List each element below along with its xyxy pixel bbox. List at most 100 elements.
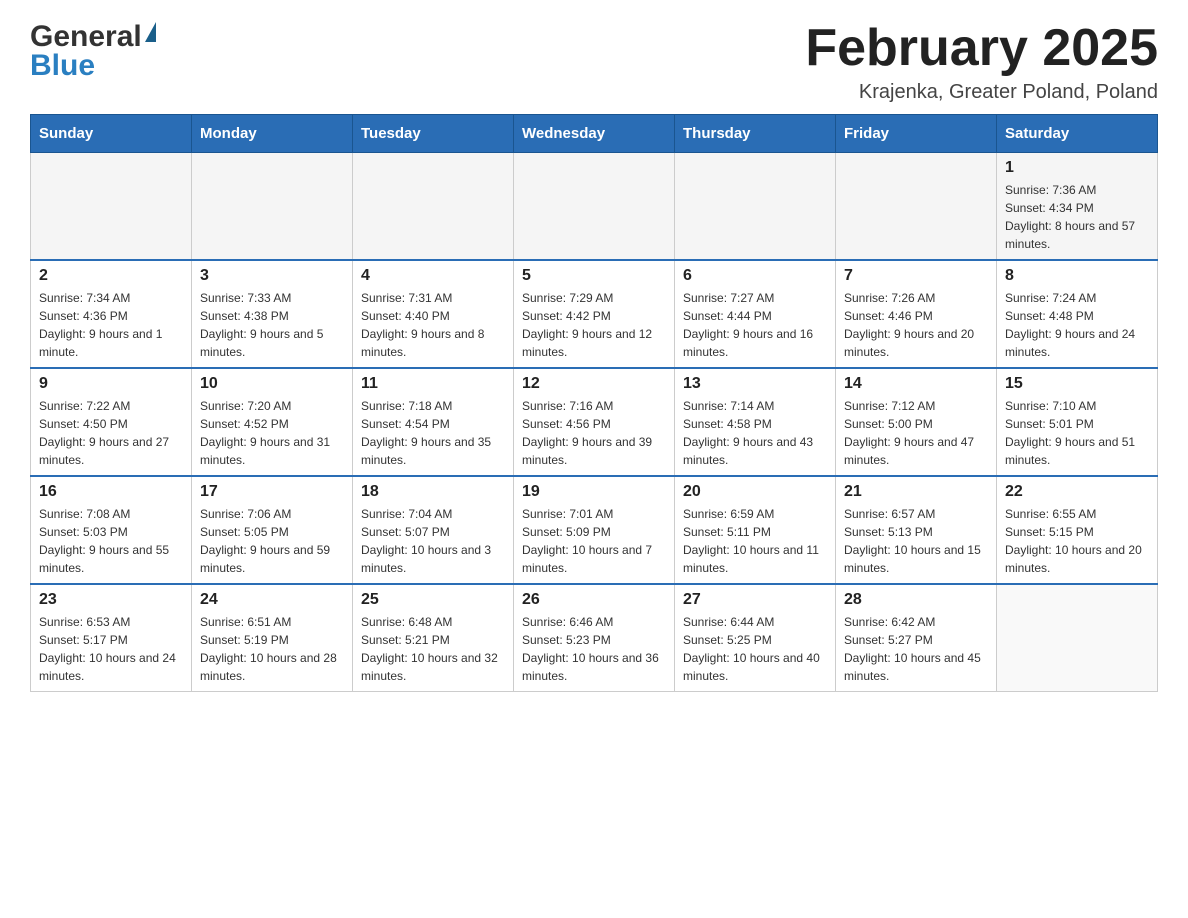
day-number: 7 — [844, 267, 988, 285]
day-number: 24 — [200, 591, 344, 609]
calendar-cell: 24 Sunrise: 6:51 AM Sunset: 5:19 PM Dayli… — [192, 584, 353, 692]
calendar-header-row: Sunday Monday Tuesday Wednesday Thursday… — [31, 115, 1158, 153]
calendar-cell: 14 Sunrise: 7:12 AM Sunset: 5:00 PM Dayli… — [836, 368, 997, 476]
calendar-cell: 12 Sunrise: 7:16 AM Sunset: 4:56 PM Dayli… — [514, 368, 675, 476]
day-info: Sunrise: 6:51 AM Sunset: 5:19 PM Dayligh… — [200, 613, 344, 685]
day-number: 22 — [1005, 483, 1149, 501]
day-info: Sunrise: 6:55 AM Sunset: 5:15 PM Dayligh… — [1005, 505, 1149, 577]
day-number: 13 — [683, 375, 827, 393]
calendar-cell: 26 Sunrise: 6:46 AM Sunset: 5:23 PM Dayli… — [514, 584, 675, 692]
calendar-cell: 25 Sunrise: 6:48 AM Sunset: 5:21 PM Dayli… — [353, 584, 514, 692]
calendar-cell — [514, 153, 675, 261]
day-info: Sunrise: 7:29 AM Sunset: 4:42 PM Dayligh… — [522, 289, 666, 361]
calendar-cell: 23 Sunrise: 6:53 AM Sunset: 5:17 PM Dayli… — [31, 584, 192, 692]
calendar-cell — [836, 153, 997, 261]
header-tuesday: Tuesday — [353, 115, 514, 153]
calendar-cell: 22 Sunrise: 6:55 AM Sunset: 5:15 PM Dayli… — [997, 476, 1158, 584]
day-info: Sunrise: 7:14 AM Sunset: 4:58 PM Dayligh… — [683, 397, 827, 469]
day-info: Sunrise: 7:06 AM Sunset: 5:05 PM Dayligh… — [200, 505, 344, 577]
day-info: Sunrise: 7:22 AM Sunset: 4:50 PM Dayligh… — [39, 397, 183, 469]
day-info: Sunrise: 7:36 AM Sunset: 4:34 PM Dayligh… — [1005, 181, 1149, 253]
calendar-week-row: 2 Sunrise: 7:34 AM Sunset: 4:36 PM Daylig… — [31, 260, 1158, 368]
day-number: 2 — [39, 267, 183, 285]
day-number: 12 — [522, 375, 666, 393]
calendar-cell — [353, 153, 514, 261]
day-info: Sunrise: 7:34 AM Sunset: 4:36 PM Dayligh… — [39, 289, 183, 361]
calendar-cell: 3 Sunrise: 7:33 AM Sunset: 4:38 PM Daylig… — [192, 260, 353, 368]
day-info: Sunrise: 7:12 AM Sunset: 5:00 PM Dayligh… — [844, 397, 988, 469]
calendar-cell: 28 Sunrise: 6:42 AM Sunset: 5:27 PM Dayli… — [836, 584, 997, 692]
logo: General Blue — [30, 20, 156, 83]
day-number: 26 — [522, 591, 666, 609]
day-info: Sunrise: 7:31 AM Sunset: 4:40 PM Dayligh… — [361, 289, 505, 361]
day-number: 10 — [200, 375, 344, 393]
logo-triangle-icon — [145, 22, 156, 42]
day-info: Sunrise: 7:04 AM Sunset: 5:07 PM Dayligh… — [361, 505, 505, 577]
calendar-table: Sunday Monday Tuesday Wednesday Thursday… — [30, 114, 1158, 692]
day-number: 4 — [361, 267, 505, 285]
day-number: 1 — [1005, 159, 1149, 177]
day-info: Sunrise: 6:53 AM Sunset: 5:17 PM Dayligh… — [39, 613, 183, 685]
day-info: Sunrise: 7:18 AM Sunset: 4:54 PM Dayligh… — [361, 397, 505, 469]
day-number: 17 — [200, 483, 344, 501]
day-number: 28 — [844, 591, 988, 609]
logo-blue-text: Blue — [30, 49, 95, 83]
calendar-week-row: 9 Sunrise: 7:22 AM Sunset: 4:50 PM Daylig… — [31, 368, 1158, 476]
day-info: Sunrise: 7:16 AM Sunset: 4:56 PM Dayligh… — [522, 397, 666, 469]
day-number: 6 — [683, 267, 827, 285]
day-number: 14 — [844, 375, 988, 393]
header-saturday: Saturday — [997, 115, 1158, 153]
day-number: 23 — [39, 591, 183, 609]
calendar-cell: 1 Sunrise: 7:36 AM Sunset: 4:34 PM Daylig… — [997, 153, 1158, 261]
day-number: 19 — [522, 483, 666, 501]
day-info: Sunrise: 6:46 AM Sunset: 5:23 PM Dayligh… — [522, 613, 666, 685]
calendar-cell: 10 Sunrise: 7:20 AM Sunset: 4:52 PM Dayli… — [192, 368, 353, 476]
day-number: 3 — [200, 267, 344, 285]
day-number: 25 — [361, 591, 505, 609]
day-number: 21 — [844, 483, 988, 501]
header-wednesday: Wednesday — [514, 115, 675, 153]
day-info: Sunrise: 7:08 AM Sunset: 5:03 PM Dayligh… — [39, 505, 183, 577]
day-info: Sunrise: 7:10 AM Sunset: 5:01 PM Dayligh… — [1005, 397, 1149, 469]
day-number: 9 — [39, 375, 183, 393]
day-number: 16 — [39, 483, 183, 501]
day-number: 18 — [361, 483, 505, 501]
calendar-cell: 19Sunrise: 7:01 AM Sunset: 5:09 PM Dayli… — [514, 476, 675, 584]
calendar-cell — [192, 153, 353, 261]
day-info: Sunrise: 6:59 AM Sunset: 5:11 PM Dayligh… — [683, 505, 827, 577]
calendar-cell: 4 Sunrise: 7:31 AM Sunset: 4:40 PM Daylig… — [353, 260, 514, 368]
day-info: Sunrise: 7:27 AM Sunset: 4:44 PM Dayligh… — [683, 289, 827, 361]
header-sunday: Sunday — [31, 115, 192, 153]
day-number: 8 — [1005, 267, 1149, 285]
calendar-cell — [675, 153, 836, 261]
header-monday: Monday — [192, 115, 353, 153]
calendar-cell: 13 Sunrise: 7:14 AM Sunset: 4:58 PM Dayli… — [675, 368, 836, 476]
calendar-cell: 18 Sunrise: 7:04 AM Sunset: 5:07 PM Dayli… — [353, 476, 514, 584]
calendar-cell: 21 Sunrise: 6:57 AM Sunset: 5:13 PM Dayli… — [836, 476, 997, 584]
day-info: Sunrise: 6:57 AM Sunset: 5:13 PM Dayligh… — [844, 505, 988, 577]
calendar-cell: 2 Sunrise: 7:34 AM Sunset: 4:36 PM Daylig… — [31, 260, 192, 368]
header-thursday: Thursday — [675, 115, 836, 153]
calendar-cell — [997, 584, 1158, 692]
day-number: 27 — [683, 591, 827, 609]
day-info: Sunrise: 7:33 AM Sunset: 4:38 PM Dayligh… — [200, 289, 344, 361]
calendar-cell: 16 Sunrise: 7:08 AM Sunset: 5:03 PM Dayli… — [31, 476, 192, 584]
month-title: February 2025 — [805, 20, 1158, 77]
calendar-cell: 9 Sunrise: 7:22 AM Sunset: 4:50 PM Daylig… — [31, 368, 192, 476]
title-section: February 2025 Krajenka, Greater Poland, … — [805, 20, 1158, 104]
calendar-cell — [31, 153, 192, 261]
day-number: 5 — [522, 267, 666, 285]
header-friday: Friday — [836, 115, 997, 153]
calendar-week-row: 23 Sunrise: 6:53 AM Sunset: 5:17 PM Dayli… — [31, 584, 1158, 692]
day-info: Sunrise: 7:24 AM Sunset: 4:48 PM Dayligh… — [1005, 289, 1149, 361]
day-info: Sunrise: 7:20 AM Sunset: 4:52 PM Dayligh… — [200, 397, 344, 469]
calendar-cell: 8 Sunrise: 7:24 AM Sunset: 4:48 PM Daylig… — [997, 260, 1158, 368]
calendar-cell: 5 Sunrise: 7:29 AM Sunset: 4:42 PM Daylig… — [514, 260, 675, 368]
day-info: Sunrise: 6:48 AM Sunset: 5:21 PM Dayligh… — [361, 613, 505, 685]
page-header: General Blue February 2025 Krajenka, Gre… — [30, 20, 1158, 104]
day-info: Sunrise: 7:26 AM Sunset: 4:46 PM Dayligh… — [844, 289, 988, 361]
calendar-cell: 20Sunrise: 6:59 AM Sunset: 5:11 PM Dayli… — [675, 476, 836, 584]
day-number: 15 — [1005, 375, 1149, 393]
calendar-cell: 11Sunrise: 7:18 AM Sunset: 4:54 PM Dayli… — [353, 368, 514, 476]
day-info: Sunrise: 6:42 AM Sunset: 5:27 PM Dayligh… — [844, 613, 988, 685]
